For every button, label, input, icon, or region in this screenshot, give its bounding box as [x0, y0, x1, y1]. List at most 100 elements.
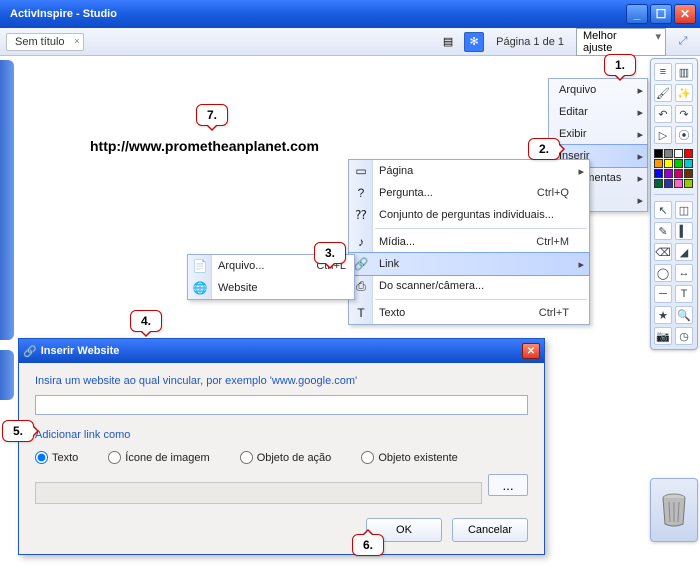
- chevron-right-icon: ▸: [637, 106, 643, 119]
- tool-pen-icon[interactable]: ✎: [654, 222, 672, 240]
- cancel-button[interactable]: Cancelar: [452, 518, 528, 542]
- menu-editar[interactable]: Editar▸: [549, 101, 647, 123]
- radio-existente-input[interactable]: [361, 451, 374, 464]
- menu-arquivo[interactable]: Arquivo▸: [549, 79, 647, 101]
- swatch-orange[interactable]: [654, 159, 663, 168]
- question-set-icon: ⁇: [353, 207, 369, 223]
- tool-camera-icon[interactable]: 📷: [654, 327, 672, 345]
- window-titlebar: ActivInspire - Studio _ ☐ ✕: [0, 0, 700, 28]
- trash-icon: [659, 492, 689, 528]
- insert-website-dialog: 🔗 Inserir Website ✕ Insira um website ao…: [18, 338, 545, 555]
- link-mode-group-label: Adicionar link como: [35, 429, 528, 441]
- radio-acao[interactable]: Objeto de ação: [240, 451, 332, 464]
- tool-fill-icon[interactable]: ◢: [675, 243, 693, 261]
- media-icon: ♪: [353, 234, 369, 250]
- submenu-scanner[interactable]: ⎙Do scanner/câmera...: [349, 275, 589, 297]
- tool-stop-icon[interactable]: ⦿: [675, 126, 693, 144]
- swatch-navy[interactable]: [664, 179, 673, 188]
- maximize-icon: ☐: [656, 7, 667, 21]
- window-close-button[interactable]: ✕: [674, 4, 696, 24]
- globe-icon: 🌐: [192, 280, 208, 296]
- tool-menu-icon[interactable]: ≡: [654, 63, 672, 81]
- tool-text-icon[interactable]: T: [675, 285, 693, 303]
- tool-pointer-icon[interactable]: ↖: [654, 201, 672, 219]
- window-minimize-button[interactable]: _: [626, 4, 648, 24]
- swatch-pink[interactable]: [674, 179, 683, 188]
- link-mode-radios: Texto Ícone de imagem Objeto de ação Obj…: [35, 451, 528, 464]
- chevron-right-icon: ▸: [578, 258, 584, 271]
- tool-wand-icon[interactable]: ✨: [675, 84, 693, 102]
- dialog-instruction: Insira um website ao qual vincular, por …: [35, 375, 528, 387]
- left-panel-handle-2[interactable]: [0, 350, 14, 400]
- document-tab[interactable]: Sem título ×: [6, 33, 84, 51]
- tool-eraser-icon[interactable]: ⌫: [654, 243, 672, 261]
- snowflake-icon[interactable]: ✻: [464, 32, 484, 52]
- document-toolbar: Sem título × ▤ ✻ Página 1 de 1 Melhor aj…: [0, 28, 700, 56]
- tool-highlighter-icon[interactable]: ▍: [675, 222, 693, 240]
- link-website[interactable]: 🌐Website: [188, 277, 354, 299]
- swatch-blue[interactable]: [654, 169, 663, 178]
- tool-board-icon[interactable]: ▥: [675, 63, 693, 81]
- swatch-cyan[interactable]: [684, 159, 693, 168]
- tool-palette: ≡ ▥ 🖌 ✨ ↶ ↷ ▷ ⦿ ↖ ◫ ✎ ▍ ⌫ ◢ ◯ ↔ ─ T ★ 🔍 …: [650, 58, 698, 350]
- website-url-input[interactable]: [35, 395, 528, 415]
- tool-connector-icon[interactable]: ↔: [675, 264, 693, 282]
- radio-texto[interactable]: Texto: [35, 451, 78, 464]
- dialog-close-button[interactable]: ✕: [522, 343, 540, 359]
- close-icon: ✕: [680, 7, 690, 21]
- radio-texto-input[interactable]: [35, 451, 48, 464]
- swatch-green[interactable]: [674, 159, 683, 168]
- submenu-link[interactable]: 🔗Link▸: [348, 252, 590, 276]
- swatch-darkgreen[interactable]: [654, 179, 663, 188]
- swatch-gray[interactable]: [664, 149, 673, 158]
- tool-redo-icon[interactable]: ↷: [675, 105, 693, 123]
- tool-clock-icon[interactable]: ◷: [675, 327, 693, 345]
- tool-line-icon[interactable]: ─: [654, 285, 672, 303]
- chevron-right-icon: ▸: [637, 84, 643, 97]
- swatch-purple[interactable]: [664, 169, 673, 178]
- radio-icone[interactable]: Ícone de imagem: [108, 451, 209, 464]
- radio-acao-input[interactable]: [240, 451, 253, 464]
- tool-select-icon[interactable]: ◫: [675, 201, 693, 219]
- tab-close-icon[interactable]: ×: [74, 36, 79, 46]
- question-icon: ?: [353, 185, 369, 201]
- callout-2: 2.: [528, 138, 560, 160]
- radio-existente[interactable]: Objeto existente: [361, 451, 458, 464]
- radio-icone-input[interactable]: [108, 451, 121, 464]
- submenu-conjunto-perguntas[interactable]: ⁇Conjunto de perguntas individuais...: [349, 204, 589, 226]
- tool-zoom-icon[interactable]: 🔍: [675, 306, 693, 324]
- callout-4: 4.: [130, 310, 162, 332]
- swatch-magenta[interactable]: [674, 169, 683, 178]
- chevron-right-icon: ▸: [637, 128, 643, 141]
- left-panel-handle[interactable]: [0, 60, 14, 340]
- tool-undo-icon[interactable]: ↶: [654, 105, 672, 123]
- browse-button[interactable]: ...: [488, 474, 528, 496]
- document-tab-title: Sem título: [15, 36, 65, 48]
- menu-exibir[interactable]: Exibir▸: [549, 123, 647, 145]
- swatch-white[interactable]: [674, 149, 683, 158]
- callout-7: 7.: [196, 104, 228, 126]
- notes-icon[interactable]: ▤: [438, 32, 458, 52]
- zoom-select[interactable]: Melhor ajuste: [576, 28, 666, 56]
- submenu-midia[interactable]: ♪Mídia...Ctrl+M: [349, 231, 589, 253]
- tool-play-icon[interactable]: ▷: [654, 126, 672, 144]
- tool-shape-icon[interactable]: ◯: [654, 264, 672, 282]
- tool-paint-icon[interactable]: 🖌: [654, 84, 672, 102]
- submenu-texto[interactable]: TTextoCtrl+T: [349, 302, 589, 324]
- canvas-content-url[interactable]: http://www.prometheanplanet.com: [90, 138, 319, 154]
- submenu-pagina[interactable]: ▭Página▸: [349, 160, 589, 182]
- swatch-black[interactable]: [654, 149, 663, 158]
- swatch-yellow[interactable]: [664, 159, 673, 168]
- trash-panel[interactable]: [650, 478, 698, 542]
- window-maximize-button[interactable]: ☐: [650, 4, 672, 24]
- page-icon: ▭: [353, 163, 369, 179]
- swatch-brown[interactable]: [684, 169, 693, 178]
- tool-stamp-icon[interactable]: ★: [654, 306, 672, 324]
- chevron-right-icon: ▸: [637, 150, 643, 163]
- submenu-pergunta[interactable]: ?Pergunta...Ctrl+Q: [349, 182, 589, 204]
- swatch-red[interactable]: [684, 149, 693, 158]
- fullscreen-icon[interactable]: ⤢: [672, 31, 694, 53]
- dialog-app-icon: 🔗: [23, 345, 37, 358]
- shortcut-label: Ctrl+M: [536, 236, 569, 248]
- swatch-lime[interactable]: [684, 179, 693, 188]
